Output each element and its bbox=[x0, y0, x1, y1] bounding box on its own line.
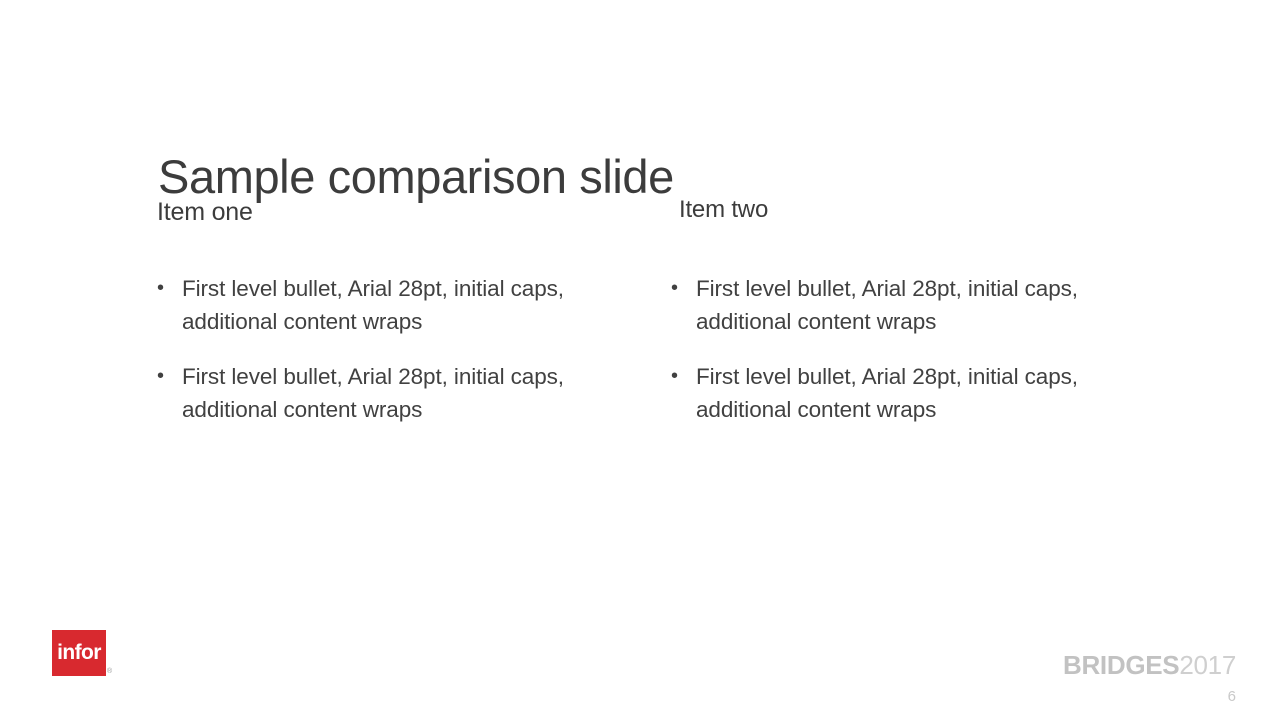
bullet-icon: • bbox=[157, 277, 164, 299]
column-two-body: • First level bullet, Arial 28pt, initia… bbox=[671, 272, 1103, 426]
column-one-heading: Item one bbox=[157, 198, 253, 226]
bullet-icon: • bbox=[671, 365, 678, 387]
presentation-slide: Sample comparison slide Item one Item tw… bbox=[0, 0, 1280, 720]
page-number: 6 bbox=[1227, 688, 1236, 705]
bridges-wordmark: BRIDGES bbox=[1062, 650, 1180, 680]
list-item: • First level bullet, Arial 28pt, initia… bbox=[671, 360, 1103, 426]
registered-trademark-icon: ® bbox=[107, 668, 113, 675]
page-title: Sample comparison slide bbox=[158, 150, 674, 204]
bridges-year: 2017 bbox=[1179, 650, 1236, 680]
bullet-icon: • bbox=[157, 365, 164, 387]
list-item-text: First level bullet, Arial 28pt, initial … bbox=[182, 364, 564, 422]
list-item: • First level bullet, Arial 28pt, initia… bbox=[157, 360, 589, 426]
column-one-body: • First level bullet, Arial 28pt, initia… bbox=[157, 272, 589, 426]
bullet-icon: • bbox=[671, 277, 678, 299]
column-two-heading: Item two bbox=[679, 196, 769, 223]
list-item: • First level bullet, Arial 28pt, initia… bbox=[671, 272, 1103, 338]
list-item-text: First level bullet, Arial 28pt, initial … bbox=[696, 276, 1078, 334]
infor-wordmark: infor bbox=[57, 640, 101, 664]
infor-logo: infor bbox=[52, 630, 106, 676]
list-item: • First level bullet, Arial 28pt, initia… bbox=[157, 272, 589, 338]
list-item-text: First level bullet, Arial 28pt, initial … bbox=[696, 364, 1078, 422]
list-item-text: First level bullet, Arial 28pt, initial … bbox=[182, 276, 564, 334]
bridges-logo: BRIDGES 2017 bbox=[1063, 650, 1236, 681]
